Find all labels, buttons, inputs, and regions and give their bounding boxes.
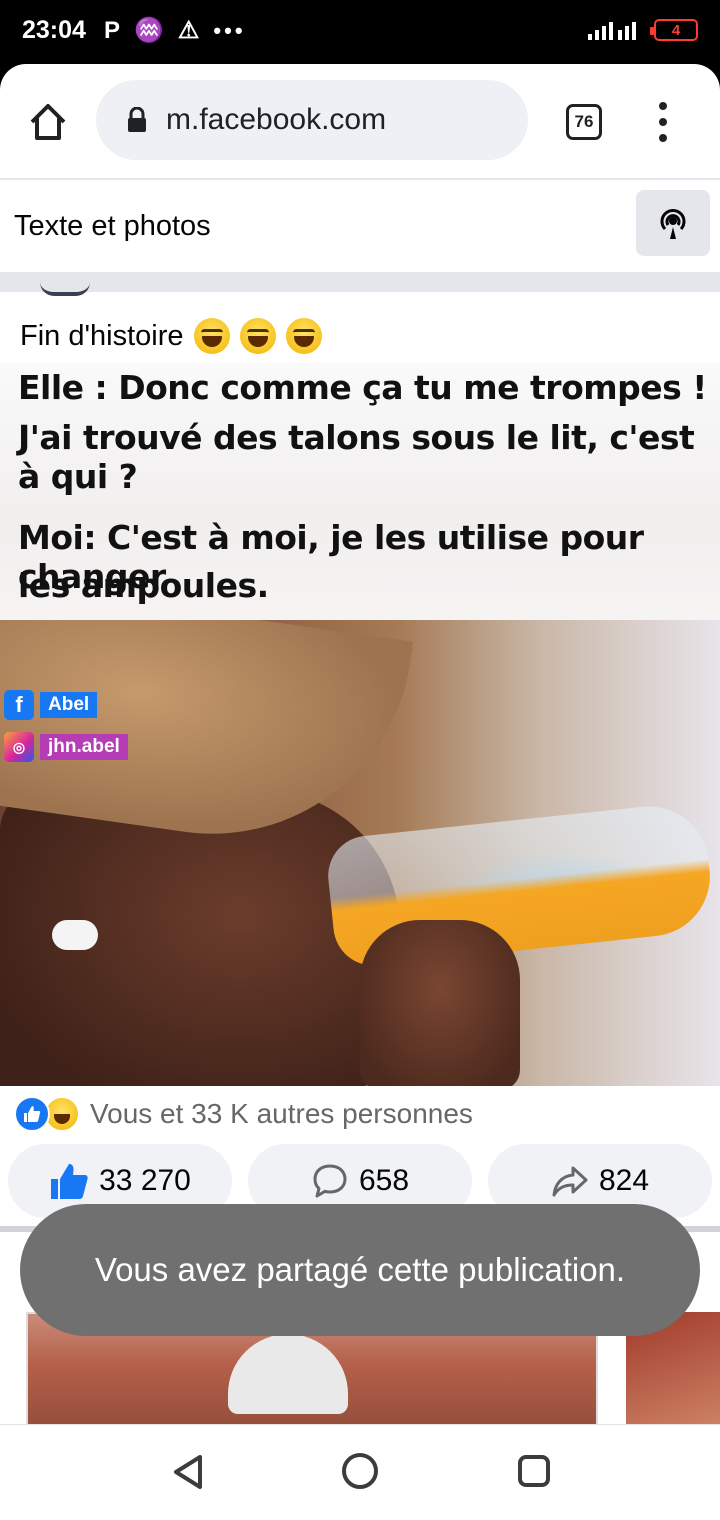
toast-message: Vous avez partagé cette publication. [20, 1204, 700, 1336]
back-icon[interactable] [170, 1453, 206, 1491]
recents-icon[interactable] [518, 1455, 550, 1487]
meme-line: J'ai trouvé des talons sous le lit, c'es… [18, 418, 695, 496]
thumbs-up-icon [51, 1164, 88, 1199]
subheader-title: Texte et photos [14, 210, 211, 242]
reactions-text: Vous et 33 K autres personnes [90, 1098, 473, 1129]
home-icon[interactable] [26, 100, 70, 144]
lock-icon [128, 107, 146, 132]
address-bar[interactable]: m.facebook.com [96, 80, 528, 160]
signal-icon [588, 22, 636, 40]
status-time: 23:04 [22, 16, 86, 44]
share-icon [552, 1166, 588, 1197]
post-photo[interactable]: f Abel ◎ jhn.abel [0, 620, 720, 1086]
like-count: 33 270 [99, 1164, 191, 1197]
share-count: 824 [598, 1164, 650, 1197]
photo-hand [360, 920, 520, 1086]
facebook-watermark: f Abel [4, 690, 98, 720]
like-reaction-icon [14, 1096, 50, 1132]
laughing-emoji-icon [239, 318, 276, 354]
parking-icon: P [104, 16, 121, 44]
post-caption: Fin d'histoire [20, 318, 322, 354]
podcast-icon [660, 209, 686, 239]
instagram-icon: ◎ [4, 732, 34, 762]
comment-icon [313, 1164, 347, 1198]
laughing-emoji-icon [193, 318, 230, 354]
notification-icon: ♒ [134, 17, 164, 44]
more-notifications-icon: ••• [213, 17, 246, 43]
podcast-button[interactable] [636, 190, 710, 256]
instagram-watermark-label: jhn.abel [40, 734, 128, 760]
comment-count: 658 [358, 1164, 410, 1197]
home-nav-icon[interactable] [342, 1453, 378, 1489]
url-text: m.facebook.com [166, 103, 387, 136]
alert-icon: ⚠ [177, 17, 200, 44]
facebook-watermark-label: Abel [40, 692, 98, 718]
tears-of-joy-emoji-icon [285, 318, 322, 354]
tab-switcher-button[interactable]: 76 [566, 104, 602, 140]
feed-separator [0, 272, 720, 292]
status-system-icons: 4 [586, 18, 698, 42]
meme-text-image[interactable]: Elle : Donc comme ça tu me trompes ! J'a… [0, 362, 720, 620]
meme-line: les ampoules. [18, 566, 269, 605]
avatar[interactable] [40, 282, 90, 296]
battery-icon: 4 [650, 19, 698, 41]
status-bar: 23:04 P ♒ ⚠ ••• 4 [0, 0, 720, 64]
browser-toolbar: m.facebook.com 76 [0, 64, 720, 178]
meme-line: Elle : Donc comme ça tu me trompes ! [18, 368, 707, 407]
post-caption-text: Fin d'histoire [20, 319, 184, 352]
browser-menu-icon[interactable] [656, 102, 670, 142]
instagram-watermark: ◎ jhn.abel [4, 732, 128, 762]
system-navigation-bar [0, 1424, 720, 1520]
facebook-icon: f [4, 690, 34, 720]
feed-subheader: Texte et photos [0, 178, 720, 272]
photo-earbud [52, 920, 98, 950]
reactions-summary[interactable]: Vous et 33 K autres personnes [14, 1096, 473, 1132]
status-notification-icons: P ♒ ⚠ ••• [104, 16, 246, 45]
battery-level: 4 [671, 21, 681, 39]
feed-post: Fin d'histoire Elle : Donc comme ça tu m… [0, 292, 720, 1226]
